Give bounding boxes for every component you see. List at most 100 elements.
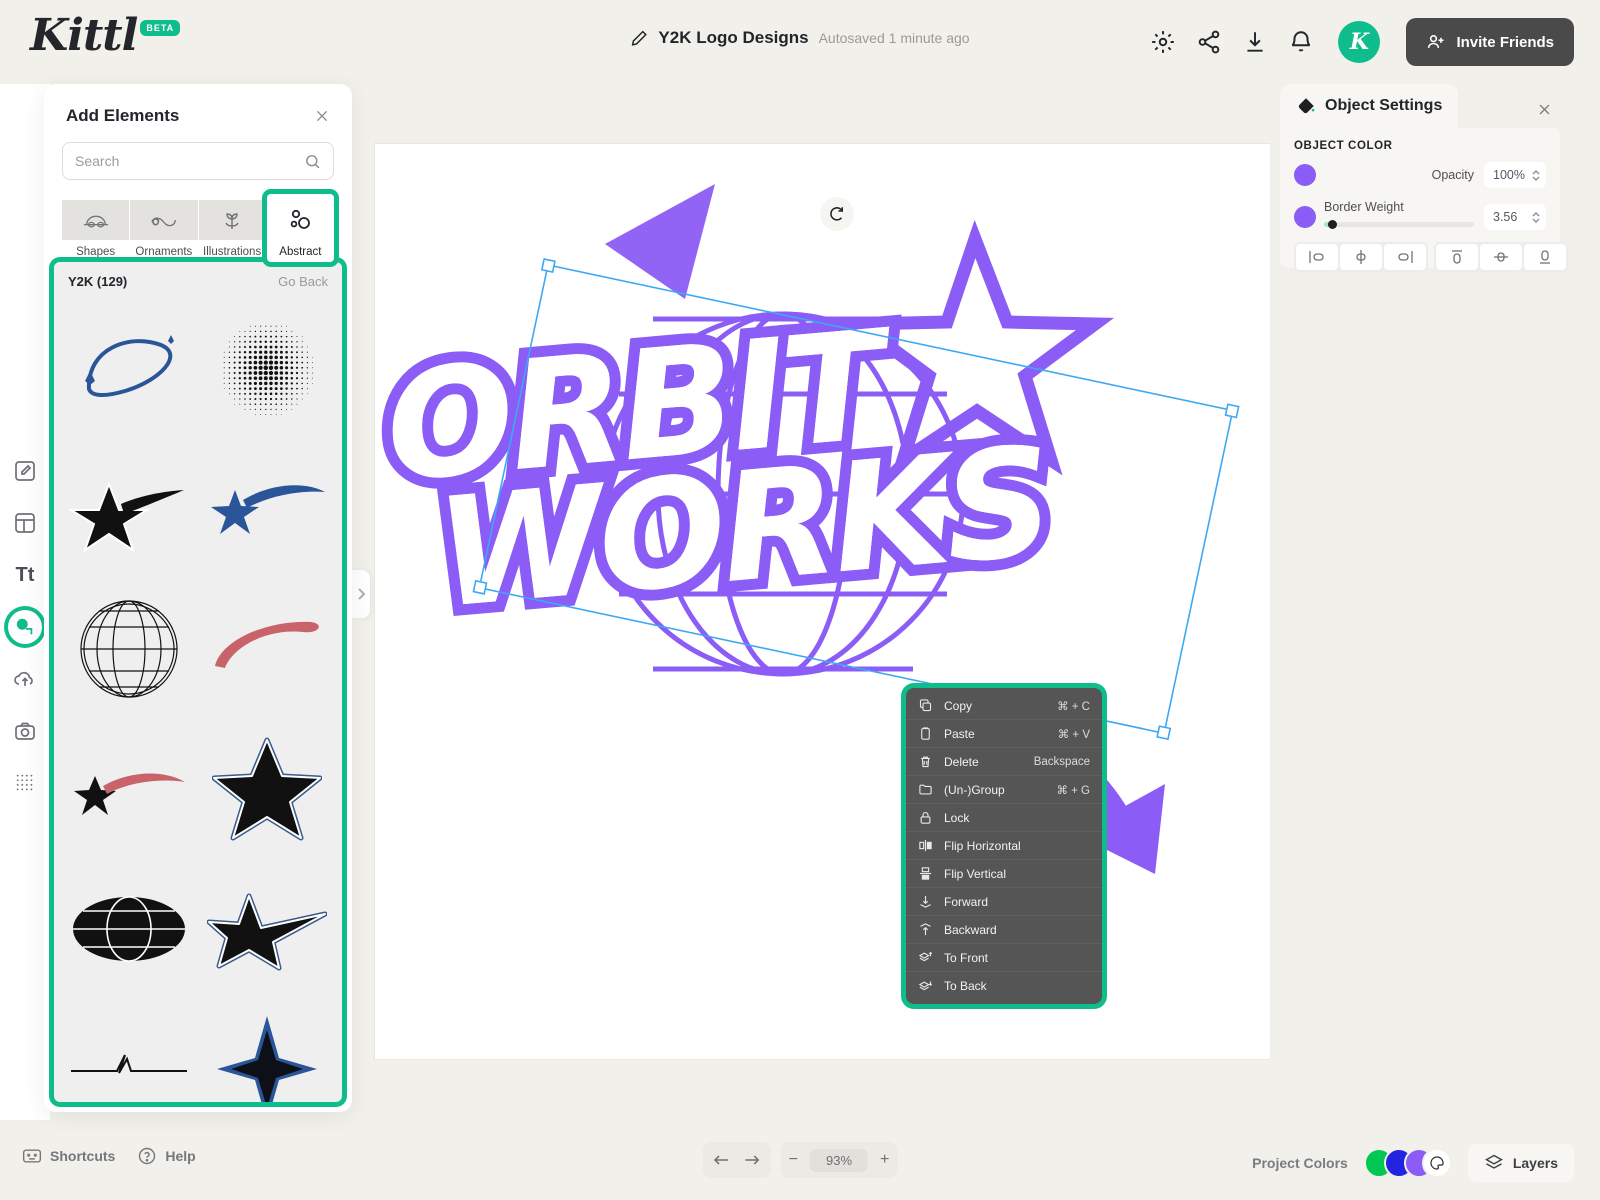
- object-settings-title: Object Settings: [1325, 97, 1443, 114]
- asset-ellipse-swoosh-red[interactable]: [198, 579, 336, 719]
- fill-color-row: Opacity 100%: [1294, 162, 1546, 188]
- share-icon[interactable]: [1196, 29, 1222, 55]
- asset-wireframe-globe[interactable]: [60, 579, 198, 719]
- border-weight-row: Border Weight 3.56: [1294, 200, 1546, 230]
- context-menu: Copy ⌘ + C Paste ⌘ + V Delete Backspace …: [906, 688, 1102, 1004]
- document-title-area[interactable]: Y2K Logo Designs Autosaved 1 minute ago: [630, 28, 970, 48]
- sidebar-item-patterns[interactable]: [8, 766, 42, 800]
- align-center-horizontal-icon[interactable]: [1340, 244, 1382, 270]
- tab-shapes[interactable]: Shapes: [62, 194, 130, 262]
- zoom-in-button[interactable]: +: [880, 1151, 889, 1169]
- copy-icon: [919, 699, 932, 712]
- sidebar-item-photos[interactable]: [8, 714, 42, 748]
- context-menu-item-backward[interactable]: Backward: [906, 916, 1102, 944]
- context-menu-item-copy[interactable]: Copy ⌘ + C: [906, 692, 1102, 720]
- align-right-icon[interactable]: [1384, 244, 1426, 270]
- undo-button[interactable]: [711, 1152, 731, 1168]
- opacity-stepper[interactable]: [1532, 169, 1540, 181]
- autosave-status: Autosaved 1 minute ago: [818, 30, 970, 46]
- download-icon[interactable]: [1242, 29, 1268, 55]
- asset-four-point-star-blue[interactable]: [198, 999, 336, 1102]
- search-input[interactable]: [75, 153, 304, 169]
- backward-icon: [920, 923, 931, 936]
- border-weight-field[interactable]: 3.56: [1484, 204, 1546, 230]
- redo-icon: [745, 1155, 760, 1165]
- asset-comet-star-red[interactable]: [60, 719, 198, 859]
- context-menu-item-flip-vertical[interactable]: Flip Vertical: [906, 860, 1102, 888]
- asset-zigzag-line[interactable]: [60, 999, 198, 1102]
- zoom-out-button[interactable]: −: [789, 1151, 798, 1169]
- fill-color-swatch[interactable]: [1294, 164, 1316, 186]
- context-menu-item-flip-horizontal[interactable]: Flip Horizontal: [906, 832, 1102, 860]
- to-back-icon: [918, 980, 933, 990]
- sidebar-item-design[interactable]: [8, 454, 42, 488]
- header-actions: K Invite Friends: [1150, 18, 1574, 66]
- search-icon[interactable]: [304, 153, 321, 170]
- context-menu-item-to-front[interactable]: To Front: [906, 944, 1102, 972]
- context-menu-item-ungroup[interactable]: (Un-)Group ⌘ + G: [906, 776, 1102, 804]
- asset-halftone-dot-circle[interactable]: [198, 299, 336, 439]
- close-icon[interactable]: [314, 108, 330, 124]
- project-colors-swatches[interactable]: [1363, 1148, 1452, 1178]
- context-menu-item-lock[interactable]: Lock: [906, 804, 1102, 832]
- footer-right-actions: Project Colors Layers: [1252, 1144, 1574, 1182]
- asset-orbit-swoosh-blue[interactable]: [60, 299, 198, 439]
- border-weight-slider[interactable]: [1324, 220, 1474, 229]
- context-menu-item-delete[interactable]: Delete Backspace: [906, 748, 1102, 776]
- footer-left-actions: Shortcuts Help: [22, 1146, 196, 1166]
- avatar[interactable]: K: [1338, 21, 1381, 63]
- sidebar-item-templates[interactable]: [8, 506, 42, 540]
- rotate-handle[interactable]: [820, 197, 854, 231]
- add-user-icon: [1428, 35, 1444, 48]
- flip-horizontal-icon: [919, 839, 932, 852]
- asset-star-with-trail-black[interactable]: [60, 439, 198, 579]
- object-settings-panel: Object Settings OBJECT COLOR Opacity 100…: [1270, 84, 1570, 1099]
- tab-ornaments[interactable]: Ornaments: [130, 194, 198, 262]
- sidebar-item-elements[interactable]: [8, 610, 42, 644]
- notifications-bell-icon[interactable]: [1288, 29, 1314, 55]
- border-weight-label: Border Weight: [1324, 200, 1404, 214]
- asset-solid-ellipse-globe[interactable]: [60, 859, 198, 999]
- align-left-icon[interactable]: [1296, 244, 1338, 270]
- context-menu-item-to-back[interactable]: To Back: [906, 972, 1102, 1000]
- invite-friends-label: Invite Friends: [1456, 33, 1554, 51]
- settings-gear-icon[interactable]: [1150, 29, 1176, 55]
- search-box[interactable]: [62, 142, 334, 180]
- tab-illustrations[interactable]: Illustrations: [198, 194, 266, 262]
- align-bottom-icon[interactable]: [1524, 244, 1566, 270]
- invite-friends-button[interactable]: Invite Friends: [1406, 18, 1574, 66]
- align-center-vertical-icon[interactable]: [1480, 244, 1522, 270]
- border-weight-stepper[interactable]: [1532, 211, 1540, 223]
- artboard[interactable]: ORBIT ORBIT WORKS WORKS: [375, 144, 1375, 1059]
- sidebar-item-text[interactable]: Tt: [8, 558, 42, 592]
- close-icon[interactable]: [1537, 102, 1552, 117]
- slider-knob[interactable]: [1328, 220, 1337, 229]
- templates-icon: [15, 513, 35, 533]
- align-top-icon[interactable]: [1436, 244, 1478, 270]
- context-menu-label: Lock: [944, 810, 970, 825]
- results-category-label: Y2K (129): [68, 274, 128, 289]
- opacity-field[interactable]: 100%: [1484, 162, 1546, 188]
- go-back-link[interactable]: Go Back: [278, 274, 328, 289]
- opacity-value: 100%: [1493, 168, 1525, 182]
- app-logo[interactable]: Kittl BETA: [30, 14, 181, 58]
- border-color-swatch[interactable]: [1294, 206, 1316, 228]
- color-palette-icon[interactable]: [1421, 1148, 1452, 1178]
- tab-abstract[interactable]: Abstract: [266, 194, 334, 262]
- zoom-level[interactable]: 93%: [809, 1148, 869, 1172]
- asset-star-trail-outlined[interactable]: [198, 859, 336, 999]
- help-button[interactable]: Help: [137, 1146, 196, 1166]
- pencil-icon[interactable]: [630, 29, 648, 47]
- asset-shooting-star-blue[interactable]: [198, 439, 336, 579]
- object-settings-tab[interactable]: Object Settings: [1280, 84, 1459, 128]
- panel-collapse-handle[interactable]: [352, 570, 370, 618]
- zoom-toolbar: − 93% +: [702, 1142, 898, 1178]
- canvas-sheet[interactable]: ORBIT ORBIT WORKS WORKS: [375, 144, 1375, 1059]
- shortcuts-button[interactable]: Shortcuts: [22, 1146, 115, 1166]
- layers-button[interactable]: Layers: [1467, 1144, 1574, 1182]
- asset-outlined-star-black[interactable]: [198, 719, 336, 859]
- redo-button[interactable]: [743, 1152, 763, 1168]
- sidebar-item-uploads[interactable]: [8, 662, 42, 696]
- context-menu-item-paste[interactable]: Paste ⌘ + V: [906, 720, 1102, 748]
- context-menu-item-forward[interactable]: Forward: [906, 888, 1102, 916]
